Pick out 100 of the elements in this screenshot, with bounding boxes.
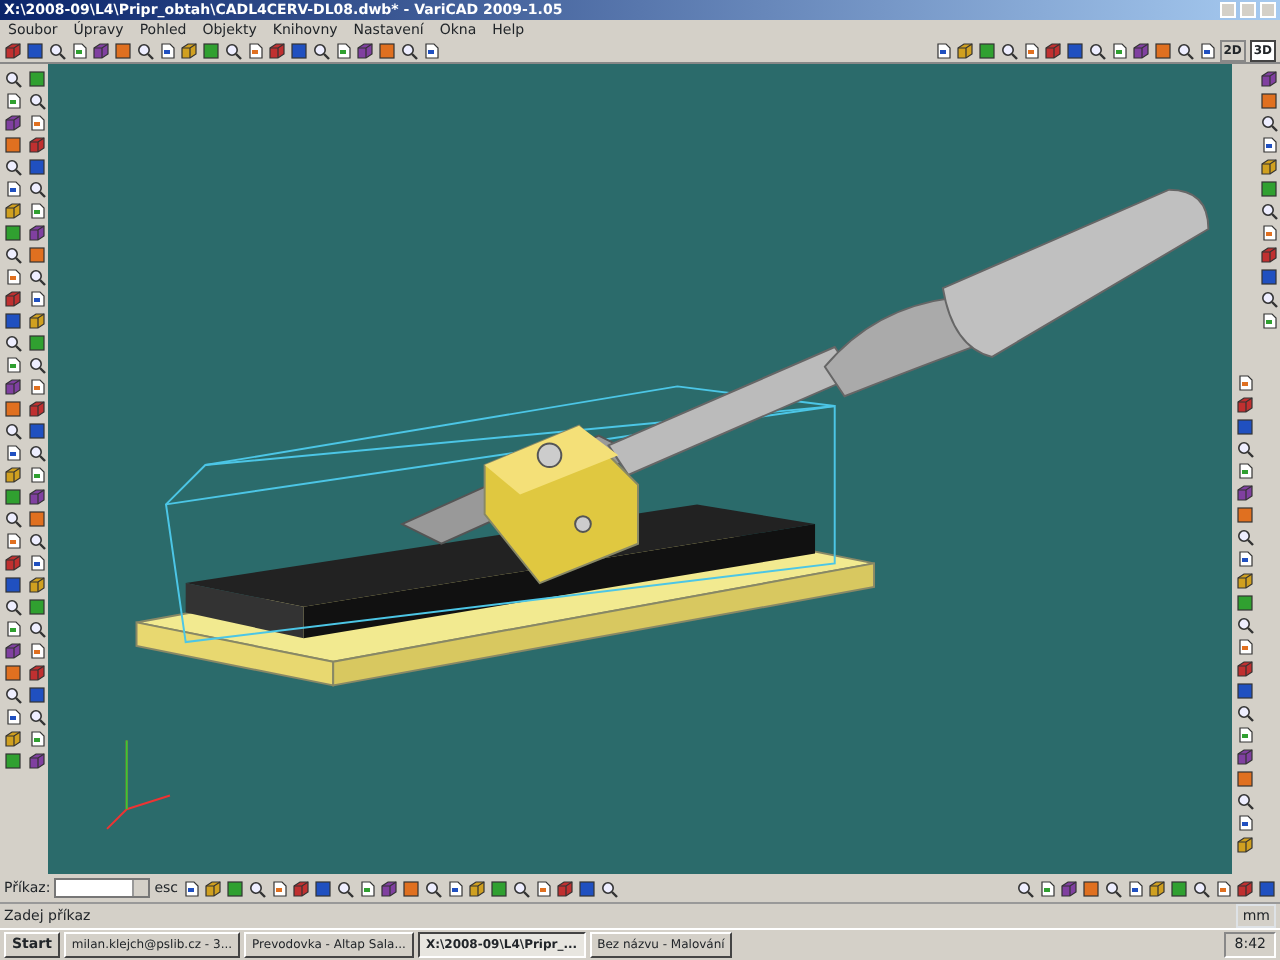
magnifier-icon[interactable] bbox=[27, 268, 45, 286]
tool-icon[interactable] bbox=[1258, 879, 1276, 897]
magnifier-icon[interactable] bbox=[3, 70, 21, 88]
magnifier-icon[interactable] bbox=[1259, 290, 1277, 308]
page-icon[interactable] bbox=[422, 42, 440, 60]
cube-icon[interactable] bbox=[1235, 660, 1253, 678]
page-icon[interactable] bbox=[1109, 42, 1128, 60]
cube-icon[interactable] bbox=[1259, 70, 1277, 88]
page-icon[interactable] bbox=[1197, 42, 1216, 60]
magnifier-icon[interactable] bbox=[27, 620, 45, 638]
magnifier-icon[interactable] bbox=[3, 158, 21, 176]
magnifier-icon[interactable] bbox=[400, 42, 418, 60]
magnifier-icon[interactable] bbox=[1016, 879, 1034, 897]
cube-icon[interactable] bbox=[468, 879, 486, 897]
tool-icon[interactable] bbox=[1259, 180, 1277, 198]
cube-icon[interactable] bbox=[3, 114, 21, 132]
magnifier-icon[interactable] bbox=[312, 42, 330, 60]
page-icon[interactable] bbox=[1235, 462, 1253, 480]
page-icon[interactable] bbox=[446, 879, 464, 897]
cube-icon[interactable] bbox=[27, 488, 45, 506]
magnifier-icon[interactable] bbox=[336, 879, 354, 897]
magnifier-icon[interactable] bbox=[27, 444, 45, 462]
page-icon[interactable] bbox=[1126, 879, 1144, 897]
page-icon[interactable] bbox=[27, 202, 45, 220]
page-icon[interactable] bbox=[27, 378, 45, 396]
cube-icon[interactable] bbox=[27, 136, 45, 154]
magnifier-icon[interactable] bbox=[48, 42, 66, 60]
page-icon[interactable] bbox=[1235, 814, 1253, 832]
cube-icon[interactable] bbox=[1259, 246, 1277, 264]
tool-icon[interactable] bbox=[1259, 92, 1277, 110]
page-icon[interactable] bbox=[1214, 879, 1232, 897]
page-icon[interactable] bbox=[334, 42, 352, 60]
page-icon[interactable] bbox=[3, 708, 21, 726]
cube-icon[interactable] bbox=[1235, 572, 1253, 590]
cube-icon[interactable] bbox=[268, 42, 286, 60]
page-icon[interactable] bbox=[270, 879, 288, 897]
magnifier-icon[interactable] bbox=[27, 708, 45, 726]
cube-icon[interactable] bbox=[3, 730, 21, 748]
tool-icon[interactable] bbox=[378, 42, 396, 60]
cube-icon[interactable] bbox=[204, 879, 222, 897]
magnifier-icon[interactable] bbox=[512, 879, 530, 897]
cube-icon[interactable] bbox=[27, 224, 45, 242]
magnifier-icon[interactable] bbox=[424, 879, 442, 897]
page-icon[interactable] bbox=[3, 92, 21, 110]
magnifier-icon[interactable] bbox=[999, 42, 1018, 60]
page-icon[interactable] bbox=[1235, 550, 1253, 568]
tool-icon[interactable] bbox=[1235, 594, 1253, 612]
tool-icon[interactable] bbox=[1153, 42, 1172, 60]
magnifier-icon[interactable] bbox=[3, 246, 21, 264]
magnifier-icon[interactable] bbox=[1192, 879, 1210, 897]
magnifier-icon[interactable] bbox=[3, 334, 21, 352]
magnifier-icon[interactable] bbox=[1175, 42, 1194, 60]
tool-icon[interactable] bbox=[1170, 879, 1188, 897]
magnifier-icon[interactable] bbox=[1235, 440, 1253, 458]
model-viewport[interactable] bbox=[48, 64, 1232, 874]
cube-icon[interactable] bbox=[292, 879, 310, 897]
page-icon[interactable] bbox=[182, 879, 200, 897]
magnifier-icon[interactable] bbox=[224, 42, 242, 60]
page-icon[interactable] bbox=[933, 42, 952, 60]
page-icon[interactable] bbox=[3, 532, 21, 550]
page-icon[interactable] bbox=[70, 42, 88, 60]
cube-icon[interactable] bbox=[27, 576, 45, 594]
page-icon[interactable] bbox=[158, 42, 176, 60]
tool-icon[interactable] bbox=[1235, 506, 1253, 524]
cube-icon[interactable] bbox=[1235, 484, 1253, 502]
cube-icon[interactable] bbox=[1148, 879, 1166, 897]
page-icon[interactable] bbox=[3, 268, 21, 286]
cube-icon[interactable] bbox=[1235, 396, 1253, 414]
cube-icon[interactable] bbox=[1131, 42, 1150, 60]
cube-icon[interactable] bbox=[1236, 879, 1254, 897]
magnifier-icon[interactable] bbox=[27, 532, 45, 550]
tool-icon[interactable] bbox=[1065, 42, 1084, 60]
magnifier-icon[interactable] bbox=[1235, 528, 1253, 546]
tool-icon[interactable] bbox=[114, 42, 132, 60]
page-icon[interactable] bbox=[27, 290, 45, 308]
page-icon[interactable] bbox=[3, 620, 21, 638]
page-icon[interactable] bbox=[246, 42, 264, 60]
cube-icon[interactable] bbox=[27, 312, 45, 330]
cube-icon[interactable] bbox=[380, 879, 398, 897]
magnifier-icon[interactable] bbox=[248, 879, 266, 897]
tool-icon[interactable] bbox=[3, 752, 21, 770]
cube-icon[interactable] bbox=[1060, 879, 1078, 897]
magnifier-icon[interactable] bbox=[1259, 114, 1277, 132]
tool-icon[interactable] bbox=[977, 42, 996, 60]
magnifier-icon[interactable] bbox=[27, 356, 45, 374]
cube-icon[interactable] bbox=[955, 42, 974, 60]
command-field[interactable] bbox=[54, 878, 151, 898]
tool-icon[interactable] bbox=[202, 42, 220, 60]
tool-icon[interactable] bbox=[1259, 268, 1277, 286]
magnifier-icon[interactable] bbox=[1259, 202, 1277, 220]
tool-icon[interactable] bbox=[578, 879, 596, 897]
page-icon[interactable] bbox=[1259, 224, 1277, 242]
page-icon[interactable] bbox=[534, 879, 552, 897]
tool-icon[interactable] bbox=[402, 879, 420, 897]
page-icon[interactable] bbox=[358, 879, 376, 897]
cube-icon[interactable] bbox=[180, 42, 198, 60]
page-icon[interactable] bbox=[1235, 374, 1253, 392]
magnifier-icon[interactable] bbox=[3, 510, 21, 528]
page-icon[interactable] bbox=[27, 554, 45, 572]
magnifier-icon[interactable] bbox=[1235, 792, 1253, 810]
